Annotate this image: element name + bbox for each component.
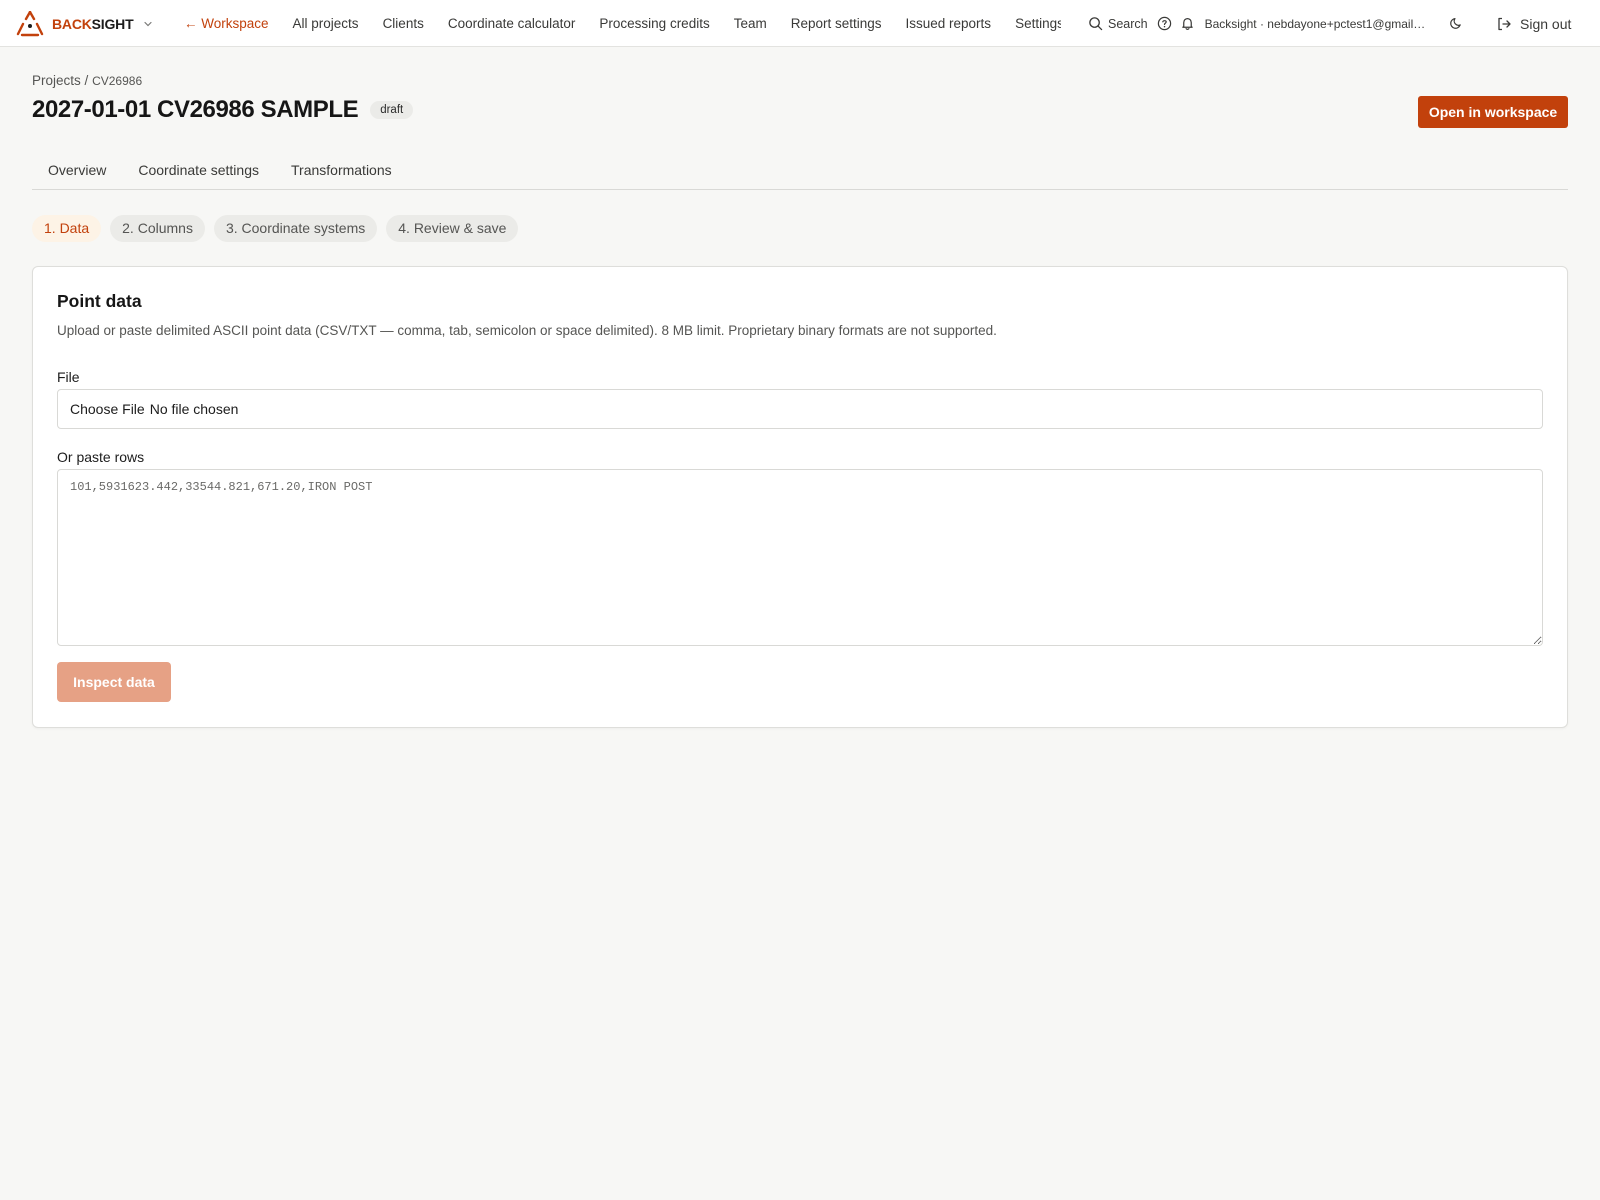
page-title: 2027-01-01 CV26986 SAMPLE (32, 96, 359, 123)
brand-name-rest: SIGHT (91, 16, 134, 32)
help-button[interactable] (1157, 16, 1172, 31)
tab-coordinate-settings[interactable]: Coordinate settings (122, 150, 275, 190)
brand-switcher[interactable]: BACKSIGHT (16, 10, 153, 38)
moon-icon (1450, 18, 1461, 29)
paste-rows-label: Or paste rows (57, 449, 145, 465)
step-columns[interactable]: 2. Columns (110, 215, 205, 242)
paste-rows-textarea[interactable] (57, 469, 1543, 646)
account-menu[interactable]: Backsight · nebdayone+pctest1@gmail.com (1205, 17, 1427, 31)
primary-nav: ← Workspace All projects Clients Coordin… (184, 0, 1061, 47)
breadcrumb: Projects / CV26986 (32, 73, 142, 88)
title-row: 2027-01-01 CV26986 SAMPLE draft (32, 96, 414, 124)
brand-name-accent: BACK (52, 16, 92, 32)
help-circle-icon (1157, 16, 1171, 31)
point-data-card: Point data Upload or paste delimited ASC… (32, 266, 1568, 728)
notifications-button[interactable] (1180, 16, 1195, 31)
nav-report-settings[interactable]: Report settings (779, 0, 894, 47)
tab-transformations[interactable]: Transformations (275, 150, 408, 190)
card-description: Upload or paste delimited ASCII point da… (57, 323, 997, 338)
nav-coordinate-calculator[interactable]: Coordinate calculator (436, 0, 588, 47)
triangle-logo-icon (16, 11, 44, 37)
open-in-workspace-button[interactable]: Open in workspace (1418, 96, 1568, 128)
file-input[interactable]: Choose File No file chosen (57, 389, 1543, 429)
sign-out-icon (1498, 17, 1511, 30)
header-actions: Search Backsight · nebdayone+pctest1@gma… (1088, 0, 1571, 47)
step-coordinate-systems[interactable]: 3. Coordinate systems (213, 215, 378, 242)
nav-clients[interactable]: Clients (371, 0, 436, 47)
theme-toggle-button[interactable] (1448, 16, 1463, 31)
nav-processing-credits[interactable]: Processing credits (587, 0, 721, 47)
search-icon (1089, 17, 1103, 31)
choose-file-button[interactable]: Choose File (70, 401, 145, 417)
step-review-save[interactable]: 4. Review & save (386, 215, 519, 242)
nav-settings[interactable]: Settings (1003, 0, 1061, 47)
top-navigation-bar: BACKSIGHT ← Workspace All projects Clien… (0, 0, 1600, 47)
file-label: File (57, 369, 80, 385)
brand-name: BACKSIGHT (52, 16, 134, 32)
nav-team[interactable]: Team (722, 0, 779, 47)
sign-out-button[interactable]: Sign out (1496, 0, 1571, 47)
wizard-steps: 1. Data 2. Columns 3. Coordinate systems… (32, 215, 519, 242)
card-title: Point data (57, 291, 142, 311)
project-tabs: Overview Coordinate settings Transformat… (32, 150, 1568, 190)
step-data[interactable]: 1. Data (32, 215, 102, 242)
nav-back-to-workspace[interactable]: ← Workspace (184, 0, 281, 47)
file-status: No file chosen (149, 401, 239, 417)
search-button[interactable]: Search (1088, 16, 1148, 31)
breadcrumb-projects[interactable]: Projects (32, 73, 81, 88)
bell-icon (1181, 18, 1193, 30)
sign-out-label: Sign out (1520, 15, 1572, 32)
search-label: Search (1108, 16, 1148, 31)
breadcrumb-current: CV26986 (92, 74, 143, 88)
tab-overview[interactable]: Overview (32, 150, 122, 190)
nav-issued-reports[interactable]: Issued reports (894, 0, 1004, 47)
chevron-down-icon (144, 21, 153, 27)
inspect-data-button[interactable]: Inspect data (57, 662, 171, 702)
breadcrumb-separator: / (84, 73, 89, 88)
status-badge: draft (370, 101, 414, 119)
nav-all-projects[interactable]: All projects (281, 0, 371, 47)
